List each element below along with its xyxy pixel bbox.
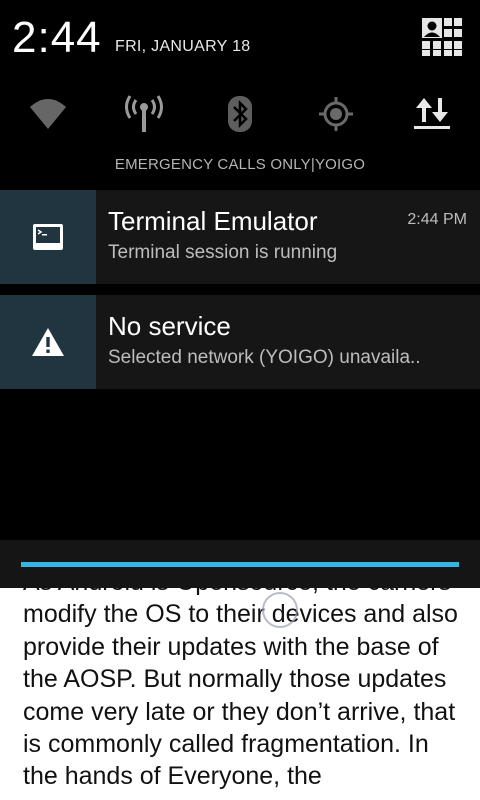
mobile-data-toggle[interactable] (120, 90, 168, 138)
notification-title: No service (108, 311, 231, 341)
notification-no-service[interactable]: No service Selected network (YOIGO) unav… (0, 295, 480, 389)
notification-icon-box (0, 295, 96, 389)
wifi-icon (30, 99, 66, 129)
shade-drag-handle[interactable] (0, 540, 480, 588)
clock: 2:44 (12, 13, 102, 62)
quick-settings-row (0, 84, 480, 140)
signal-tower-icon (125, 95, 163, 132)
notification-text: Terminal session is running (108, 242, 338, 263)
notification-text: Selected network (YOIGO) unavaila.. (108, 347, 421, 368)
notification-title: Terminal Emulator (108, 206, 318, 236)
user-settings-icon (422, 18, 462, 56)
article-text: As Android is Opensource, the carriers m… (23, 588, 458, 791)
notification-time: 2:44 PM (407, 211, 467, 228)
date-label: FRI, JANUARY 18 (115, 38, 251, 55)
gps-icon (319, 97, 353, 131)
bluetooth-toggle[interactable] (216, 90, 264, 138)
handle-bar (21, 562, 459, 567)
notification-terminal[interactable]: Terminal Emulator Terminal session is ru… (0, 190, 480, 284)
terminal-icon (33, 224, 63, 250)
touch-indicator (262, 592, 298, 628)
data-transfer-icon (414, 98, 450, 129)
gps-toggle[interactable] (312, 90, 360, 138)
data-sync-toggle[interactable] (408, 90, 456, 138)
carrier-label: EMERGENCY CALLS ONLY|YOIGO (114, 156, 366, 173)
wifi-toggle[interactable] (24, 90, 72, 138)
status-header: 2:44 FRI, JANUARY 18 (0, 0, 480, 78)
warning-icon (32, 328, 64, 356)
background-article: As Android is Opensource, the carriers m… (0, 588, 480, 800)
notification-icon-box (0, 190, 96, 284)
quick-settings-button[interactable] (420, 16, 464, 58)
bluetooth-icon (228, 96, 252, 132)
